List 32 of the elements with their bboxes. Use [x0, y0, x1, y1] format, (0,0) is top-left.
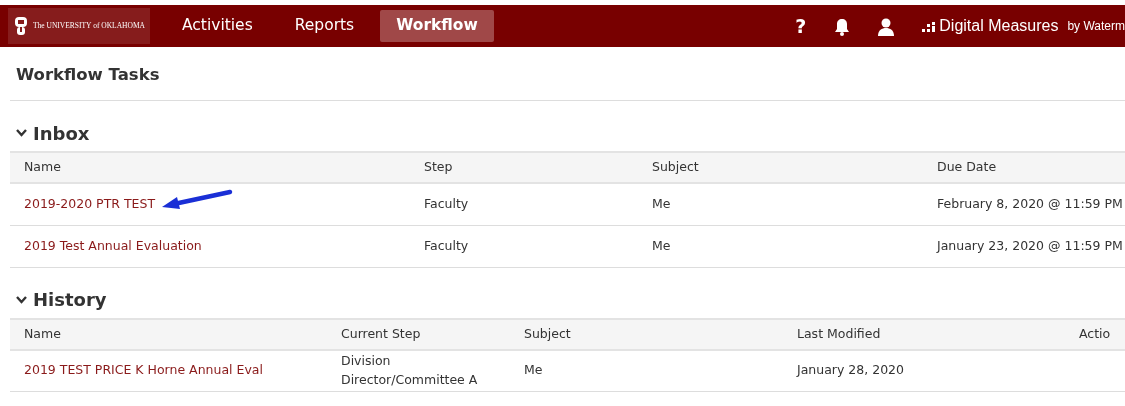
table-cell: January 23, 2020 @ 11:59 PM	[937, 237, 1123, 253]
table-cell: February 8, 2020 @ 11:59 PM	[937, 195, 1123, 211]
nav-tab[interactable]: Workflow	[380, 10, 494, 42]
column-header[interactable]: Actio	[1065, 318, 1125, 350]
section-title: Inbox	[33, 121, 90, 146]
task-link[interactable]: 2019-2020 PTR TEST	[24, 195, 156, 211]
section-title: History	[33, 288, 107, 312]
table-cell: Me	[652, 195, 671, 211]
column-header[interactable]: Subject	[638, 152, 923, 183]
column-header[interactable]: Current Step	[327, 318, 510, 350]
task-link[interactable]: 2019 Test Annual Evaluation	[24, 237, 202, 253]
column-header[interactable]: Due Date	[923, 152, 1125, 183]
section-toggle[interactable]: Inbox	[0, 101, 1125, 151]
column-header[interactable]: Name	[10, 152, 410, 183]
nav-tab[interactable]: Activities	[166, 10, 269, 42]
brand-name: Digital Measures	[939, 16, 1059, 36]
table-cell: Me	[524, 362, 543, 378]
page-title: Workflow Tasks	[10, 47, 1125, 101]
table-cell: January 28, 2020	[797, 362, 905, 378]
table-cell: Me	[652, 237, 671, 253]
nav-tab[interactable]: Reports	[278, 10, 371, 42]
column-header[interactable]: Step	[410, 152, 638, 183]
table-cell: Faculty	[424, 195, 469, 211]
brand-tagline: by Waterm	[1067, 18, 1125, 35]
column-header[interactable]: Last Modified	[783, 318, 1065, 350]
task-link[interactable]: 2019 TEST PRICE K Horne Annual Eval	[24, 362, 263, 378]
table-cell: Division Director/Committee A	[341, 353, 478, 387]
section-toggle[interactable]: History	[0, 267, 1125, 318]
table-cell: Faculty	[424, 237, 469, 253]
column-header[interactable]: Subject	[510, 318, 783, 350]
column-header[interactable]: Name	[10, 318, 327, 350]
help-button[interactable]: ?	[795, 11, 807, 41]
